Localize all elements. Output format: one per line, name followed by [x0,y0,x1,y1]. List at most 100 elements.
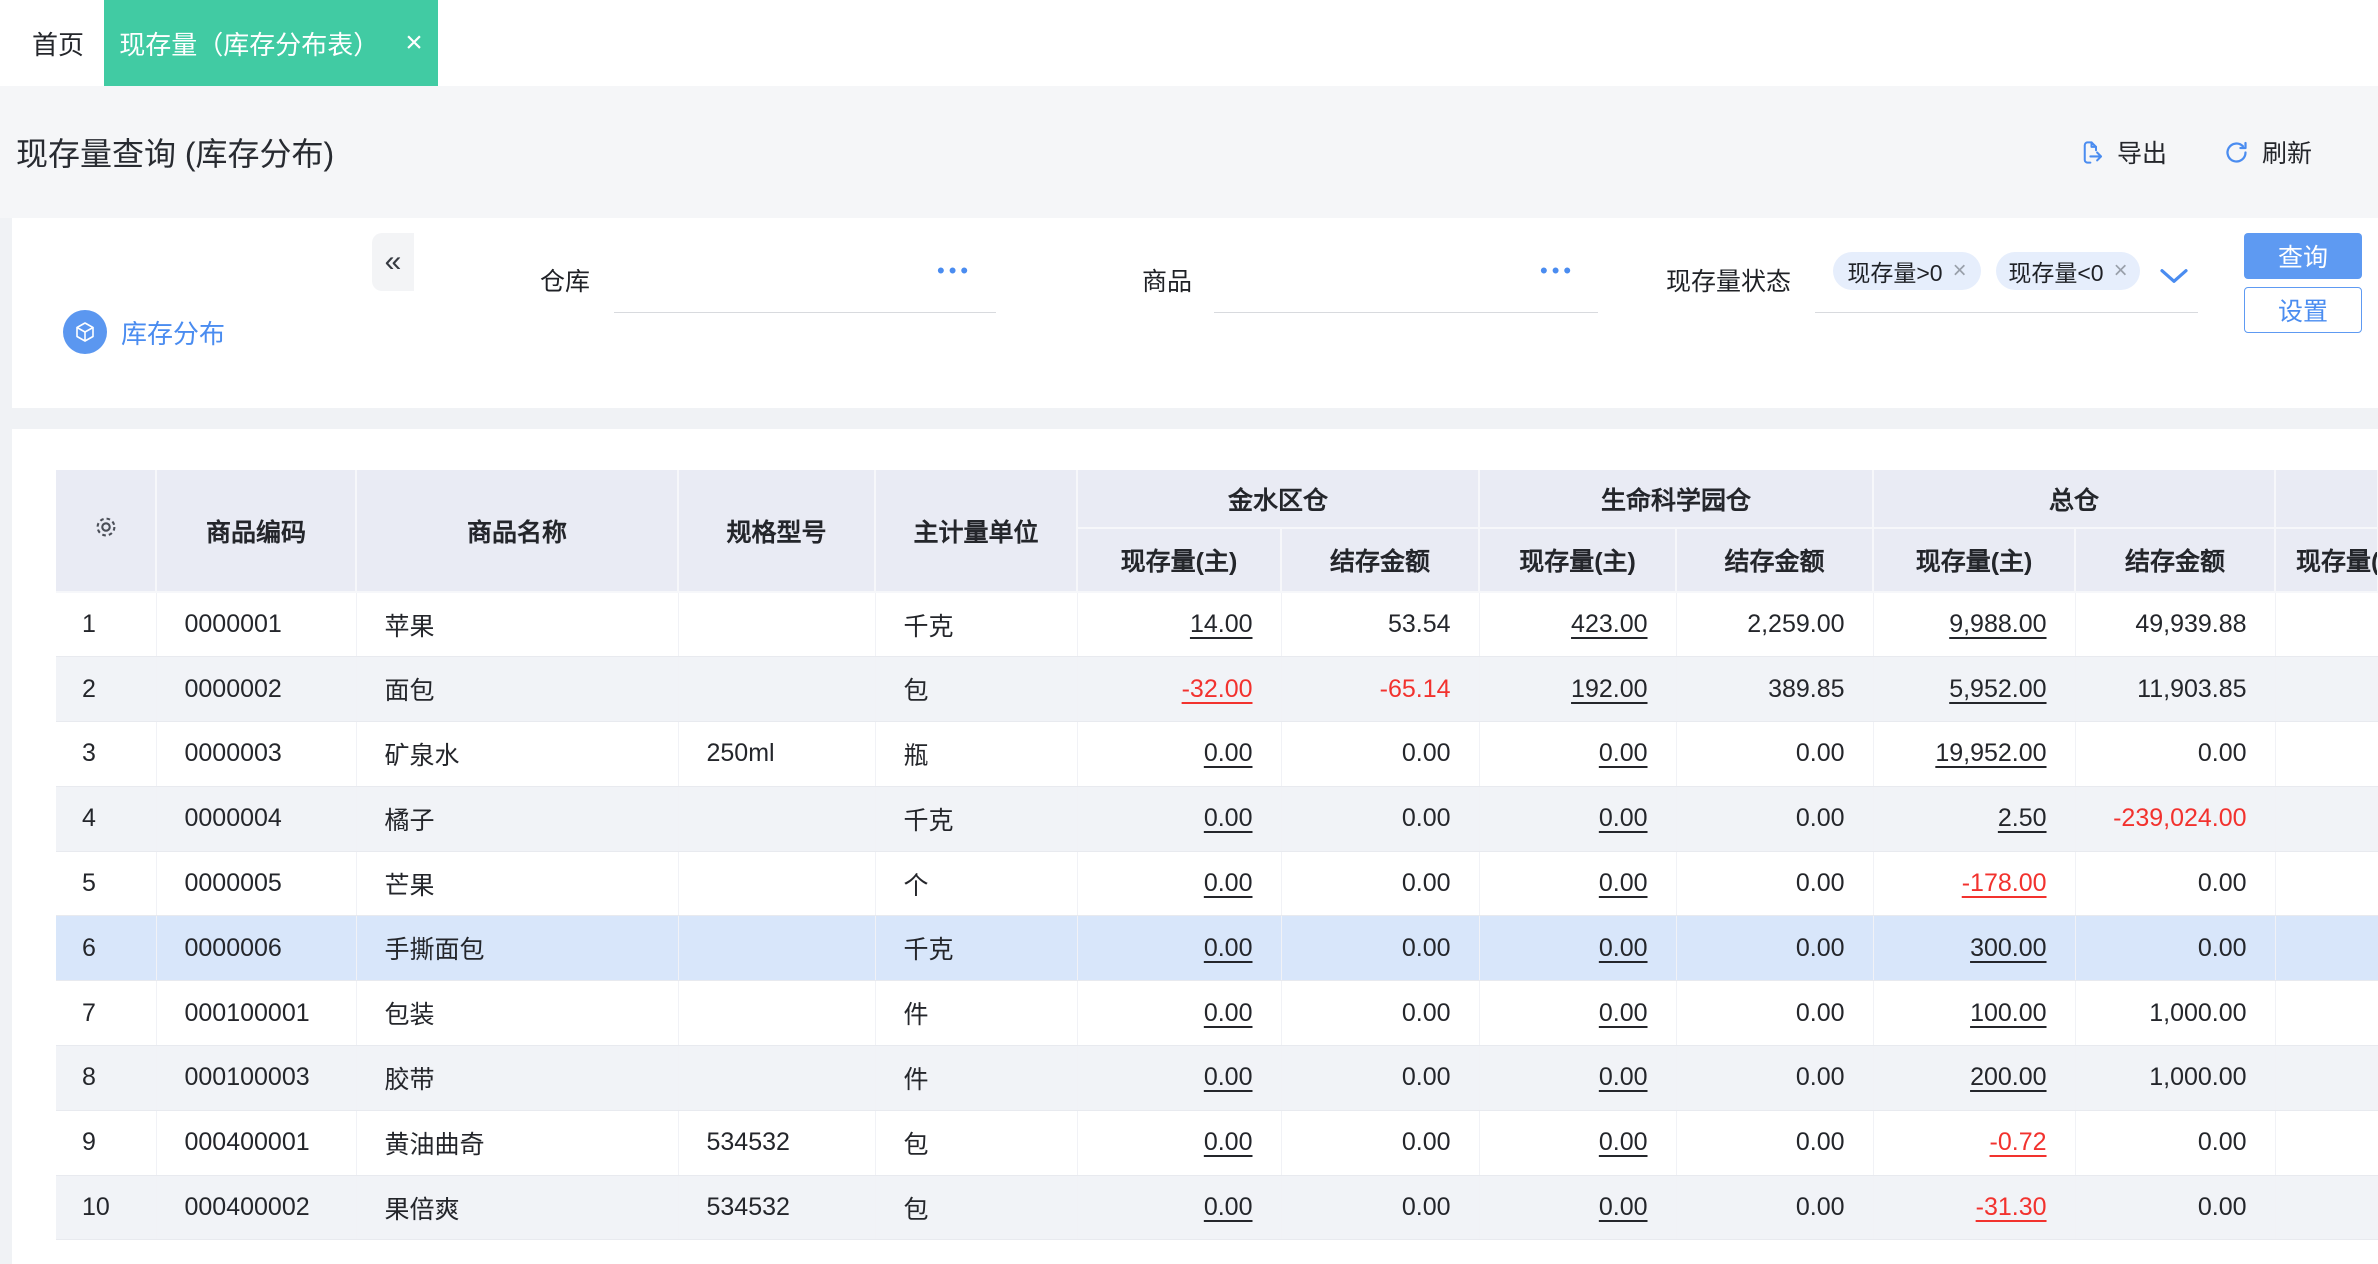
table-card: 商品编码 商品名称 规格型号 主计量单位 金水区仓 生命科学园仓 总仓 现存量(… [12,429,2378,1264]
qty-drilldown-link[interactable]: 5,952.00 [1949,675,2046,703]
amount-cell: 0.00 [1281,721,1480,787]
spec-model-cell: 534532 [678,1175,876,1241]
amount-cell: -239,024.00 [2075,786,2276,852]
unit-cell: 千克 [875,592,1078,658]
qty-drilldown-link[interactable]: 14.00 [1190,610,1253,638]
product-name-cell: 矿泉水 [356,721,679,787]
qty-drilldown-link[interactable]: 0.00 [1599,804,1648,832]
qty-drilldown-link[interactable]: 0.00 [1204,869,1253,897]
qty-cell [2275,1045,2378,1111]
header-product-code: 商品编码 [156,470,357,593]
product-picker-icon[interactable]: ••• [1540,258,1575,284]
qty-drilldown-link[interactable]: 9,988.00 [1949,610,2046,638]
unit-cell: 包 [875,1110,1078,1176]
tag-remove-icon[interactable]: × [2114,257,2128,285]
product-name-cell: 面包 [356,656,679,723]
qty-drilldown-link[interactable]: 100.00 [1970,999,2046,1027]
amount-cell: 11,903.85 [2075,656,2276,723]
qty-cell [2275,1110,2378,1176]
amount-cell: 0.00 [1676,915,1874,982]
qty-drilldown-link[interactable]: 300.00 [1970,934,2046,962]
qty-drilldown-link[interactable]: 0.00 [1204,739,1253,767]
product-code-cell: 0000003 [156,721,357,787]
unit-cell: 包 [875,1175,1078,1241]
product-name-cell: 芒果 [356,851,679,917]
row-index: 3 [56,721,157,787]
header-main-unit: 主计量单位 [875,470,1078,593]
amount-cell: 49,939.88 [2075,592,2276,658]
stock-status-input[interactable] [1815,312,2198,313]
amount-cell: 0.00 [1676,1175,1874,1241]
qty-drilldown-link[interactable]: 0.00 [1204,1128,1253,1156]
warehouse-input[interactable] [614,312,996,313]
qty-drilldown-link[interactable]: 0.00 [1204,999,1253,1027]
column-settings-button[interactable] [56,470,157,593]
refresh-button[interactable]: 刷新 [2223,134,2312,170]
tag-remove-icon[interactable]: × [1953,257,1967,285]
product-code-cell: 0000001 [156,592,357,658]
spec-model-cell [678,915,876,982]
qty-drilldown-link[interactable]: 0.00 [1204,934,1253,962]
table-row[interactable]: 8 000100003 胶带 件 0.00 0.00 0.00 0.00 200.00 1,000… [56,1045,2378,1111]
qty-cell: 0.00 [1479,980,1677,1047]
unit-cell: 包 [875,656,1078,723]
export-icon [2083,140,2103,164]
table-row[interactable]: 5 0000005 芒果 个 0.00 0.00 0.00 0.00 -178.00 0.00 [56,851,2378,917]
tab-inventory-distribution[interactable]: 现存量（库存分布表） × [104,0,438,86]
unit-cell: 瓶 [875,721,1078,787]
qty-cell: 423.00 [1479,592,1677,658]
spec-model-cell [678,851,876,917]
qty-drilldown-link[interactable]: 0.00 [1599,1128,1648,1156]
collapse-panel-button[interactable]: « [372,233,414,291]
product-input[interactable] [1214,312,1598,313]
qty-drilldown-link[interactable]: 0.00 [1204,1193,1253,1221]
warehouse-picker-icon[interactable]: ••• [937,258,972,284]
qty-drilldown-link[interactable]: 0.00 [1599,1063,1648,1091]
qty-drilldown-link[interactable]: 0.00 [1599,739,1648,767]
stock-status-dropdown[interactable] [2158,266,2190,291]
table-row[interactable]: 3 0000003 矿泉水 250ml 瓶 0.00 0.00 0.00 0.00 19,952.… [56,721,2378,787]
table-row[interactable]: 10 000400002 果倍爽 534532 包 0.00 0.00 0.00 0.00 -31… [56,1175,2378,1241]
query-button[interactable]: 查询 [2244,233,2362,279]
qty-drilldown-link[interactable]: 0.00 [1204,804,1253,832]
product-name-cell: 黄油曲奇 [356,1110,679,1176]
qty-drilldown-link[interactable]: 192.00 [1571,675,1647,703]
tab-close-icon[interactable]: × [405,28,423,58]
row-index: 8 [56,1045,157,1111]
qty-drilldown-link[interactable]: 0.00 [1599,934,1648,962]
table-row[interactable]: 9 000400001 黄油曲奇 534532 包 0.00 0.00 0.00 0.00 -0.… [56,1110,2378,1176]
qty-cell [2275,915,2378,982]
amount-cell: 0.00 [1281,1045,1480,1111]
qty-drilldown-link[interactable]: 0.00 [1599,1193,1648,1221]
table-row[interactable]: 1 0000001 苹果 千克 14.00 53.54 423.00 2,259.00 9,98… [56,592,2378,658]
qty-cell: 2.50 [1873,786,2076,852]
tab-home[interactable]: 首页 [12,0,104,86]
group-jinshui-warehouse: 金水区仓 [1077,470,1481,529]
table-row[interactable]: 2 0000002 面包 包 -32.00 -65.14 192.00 389.85 5,952… [56,656,2378,723]
product-code-cell: 000100001 [156,980,357,1047]
amount-cell: 0.00 [1281,915,1480,982]
qty-cell [2275,592,2378,658]
refresh-icon [2226,141,2247,163]
qty-drilldown-link[interactable]: -31.30 [1976,1193,2047,1221]
qty-drilldown-link[interactable]: 0.00 [1599,999,1648,1027]
amount-cell: 0.00 [1281,851,1480,917]
amount-cell: 0.00 [2075,1175,2276,1241]
scheme-item-inventory-distribution[interactable]: 库存分布 [63,310,225,354]
table-row[interactable]: 7 000100001 包装 件 0.00 0.00 0.00 0.00 100.00 1,000… [56,980,2378,1047]
cube-icon [63,310,107,354]
amount-cell: 0.00 [1676,786,1874,852]
qty-drilldown-link[interactable]: 200.00 [1970,1063,2046,1091]
qty-drilldown-link[interactable]: 0.00 [1204,1063,1253,1091]
settings-button[interactable]: 设置 [2244,287,2362,333]
table-row[interactable]: 6 0000006 手撕面包 千克 0.00 0.00 0.00 0.00 300.00 0.00 [56,915,2378,982]
table-row[interactable]: 4 0000004 橘子 千克 0.00 0.00 0.00 0.00 2.50 -239,024… [56,786,2378,852]
qty-drilldown-link[interactable]: -32.00 [1182,675,1253,703]
qty-drilldown-link[interactable]: 2.50 [1998,804,2047,832]
qty-drilldown-link[interactable]: 0.00 [1599,869,1648,897]
export-button[interactable]: 导出 [2078,134,2167,170]
qty-drilldown-link[interactable]: 19,952.00 [1935,739,2046,767]
qty-drilldown-link[interactable]: 423.00 [1571,610,1647,638]
qty-drilldown-link[interactable]: -0.72 [1990,1128,2047,1156]
qty-drilldown-link[interactable]: -178.00 [1962,869,2047,897]
